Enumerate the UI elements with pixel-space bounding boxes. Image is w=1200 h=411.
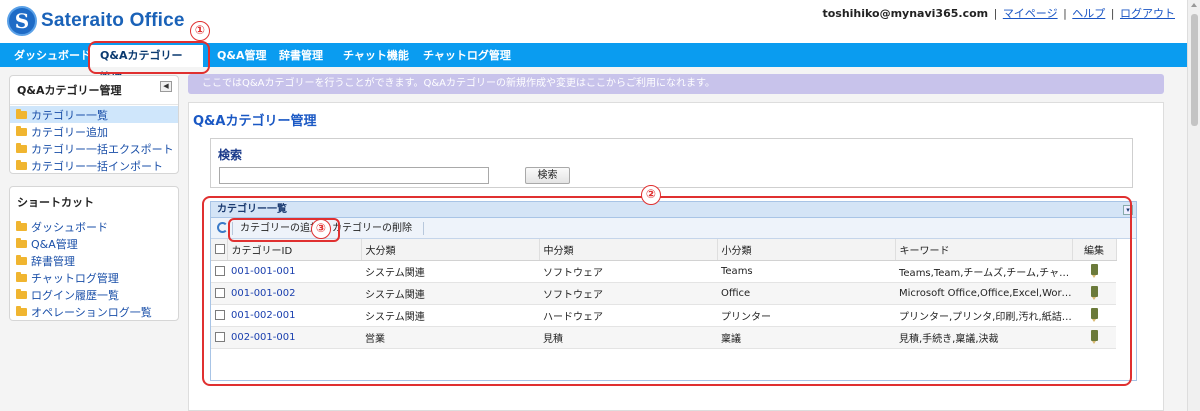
- sidebar-item-category-import[interactable]: カテゴリー一括インポート: [10, 157, 178, 174]
- shortcut-operation-log[interactable]: オペレーションログ一覧: [10, 303, 178, 320]
- shortcut-qa-manage[interactable]: Q&A管理: [10, 235, 178, 252]
- sidebar-item-label: カテゴリー一括エクスポート: [31, 142, 174, 156]
- scroll-up-icon[interactable]: [1191, 3, 1197, 7]
- shortcut-dictionary[interactable]: 辞書管理: [10, 252, 178, 269]
- folder-icon: [16, 237, 27, 248]
- page-scrollbar[interactable]: [1187, 0, 1200, 411]
- sidebar-menu-title-text: Q&Aカテゴリー管理: [17, 84, 122, 97]
- sidebar-menu: Q&Aカテゴリー管理 ◀ カテゴリー一覧 カテゴリー追加 カテゴリー一括エクスポ…: [9, 75, 179, 174]
- folder-icon: [16, 142, 27, 153]
- sidebar-item-label: カテゴリー一括インポート: [31, 159, 163, 173]
- shortcut-label: 辞書管理: [31, 254, 75, 268]
- sidebar-item-label: カテゴリー追加: [31, 125, 108, 139]
- sidebar-shortcuts: ショートカット ダッシュボード Q&A管理 辞書管理 チャットログ管理 ログイン…: [9, 186, 179, 321]
- info-bar: ここではQ&Aカテゴリーを行うことができます。Q&Aカテゴリーの新規作成や変更は…: [188, 74, 1164, 94]
- logo-text: Sateraito Office: [41, 10, 185, 31]
- shortcut-label: Q&A管理: [31, 237, 78, 251]
- help-link[interactable]: ヘルプ: [1072, 7, 1105, 20]
- mypage-link[interactable]: マイページ: [1003, 7, 1058, 20]
- search-input[interactable]: [219, 167, 489, 184]
- shortcut-login-history[interactable]: ログイン履歴一覧: [10, 286, 178, 303]
- annotation-number-1: ①: [190, 21, 210, 41]
- logo-icon: S: [7, 6, 37, 36]
- tab-chat-log[interactable]: チャットログ管理: [413, 45, 521, 67]
- search-heading: 検索: [218, 148, 243, 162]
- annotation-box-1: [88, 41, 210, 74]
- annotation-number-2: ②: [641, 185, 661, 205]
- tab-dashboard[interactable]: ダッシュボード: [4, 45, 101, 67]
- shortcut-chat-log[interactable]: チャットログ管理: [10, 269, 178, 286]
- shortcut-dashboard[interactable]: ダッシュボード: [10, 218, 178, 235]
- folder-icon: [16, 254, 27, 265]
- annotation-number-3: ③: [311, 219, 331, 239]
- folder-icon: [16, 288, 27, 299]
- logout-link[interactable]: ログアウト: [1120, 7, 1175, 20]
- shortcut-title: ショートカット: [17, 196, 94, 209]
- shortcut-label: ダッシュボード: [31, 220, 108, 234]
- annotation-box-2: [202, 196, 1132, 386]
- shortcut-label: ログイン履歴一覧: [31, 288, 119, 302]
- collapse-icon[interactable]: ◀: [160, 81, 172, 92]
- scroll-thumb[interactable]: [1191, 14, 1198, 126]
- folder-icon: [16, 220, 27, 231]
- folder-icon: [16, 159, 27, 170]
- sidebar-item-category-add[interactable]: カテゴリー追加: [10, 123, 178, 140]
- folder-icon: [16, 305, 27, 316]
- shortcut-label: オペレーションログ一覧: [31, 305, 152, 319]
- user-bar: toshihiko@mynavi365.com | マイページ | ヘルプ | …: [822, 7, 1175, 20]
- folder-icon: [16, 108, 27, 119]
- folder-icon: [16, 125, 27, 136]
- page-title: Q&Aカテゴリー管理: [193, 114, 317, 129]
- tab-qa-manage[interactable]: Q&A管理: [207, 45, 277, 67]
- search-box: 検索 検索: [210, 138, 1133, 188]
- sidebar-item-category-list[interactable]: カテゴリー一覧: [10, 106, 178, 123]
- user-email: toshihiko@mynavi365.com: [822, 7, 989, 20]
- sidebar-item-label: カテゴリー一覧: [31, 108, 108, 122]
- folder-icon: [16, 271, 27, 282]
- page: S Sateraito Office toshihiko@mynavi365.c…: [0, 0, 1200, 411]
- tab-chat[interactable]: チャット機能: [333, 45, 419, 67]
- header: S Sateraito Office toshihiko@mynavi365.c…: [0, 0, 1187, 43]
- shortcut-label: チャットログ管理: [31, 271, 119, 285]
- search-button[interactable]: 検索: [525, 167, 570, 184]
- sidebar-menu-title: Q&Aカテゴリー管理 ◀: [10, 76, 178, 105]
- logo[interactable]: S Sateraito Office: [7, 6, 185, 36]
- sidebar-item-category-export[interactable]: カテゴリー一括エクスポート: [10, 140, 178, 157]
- tab-dictionary[interactable]: 辞書管理: [269, 45, 333, 67]
